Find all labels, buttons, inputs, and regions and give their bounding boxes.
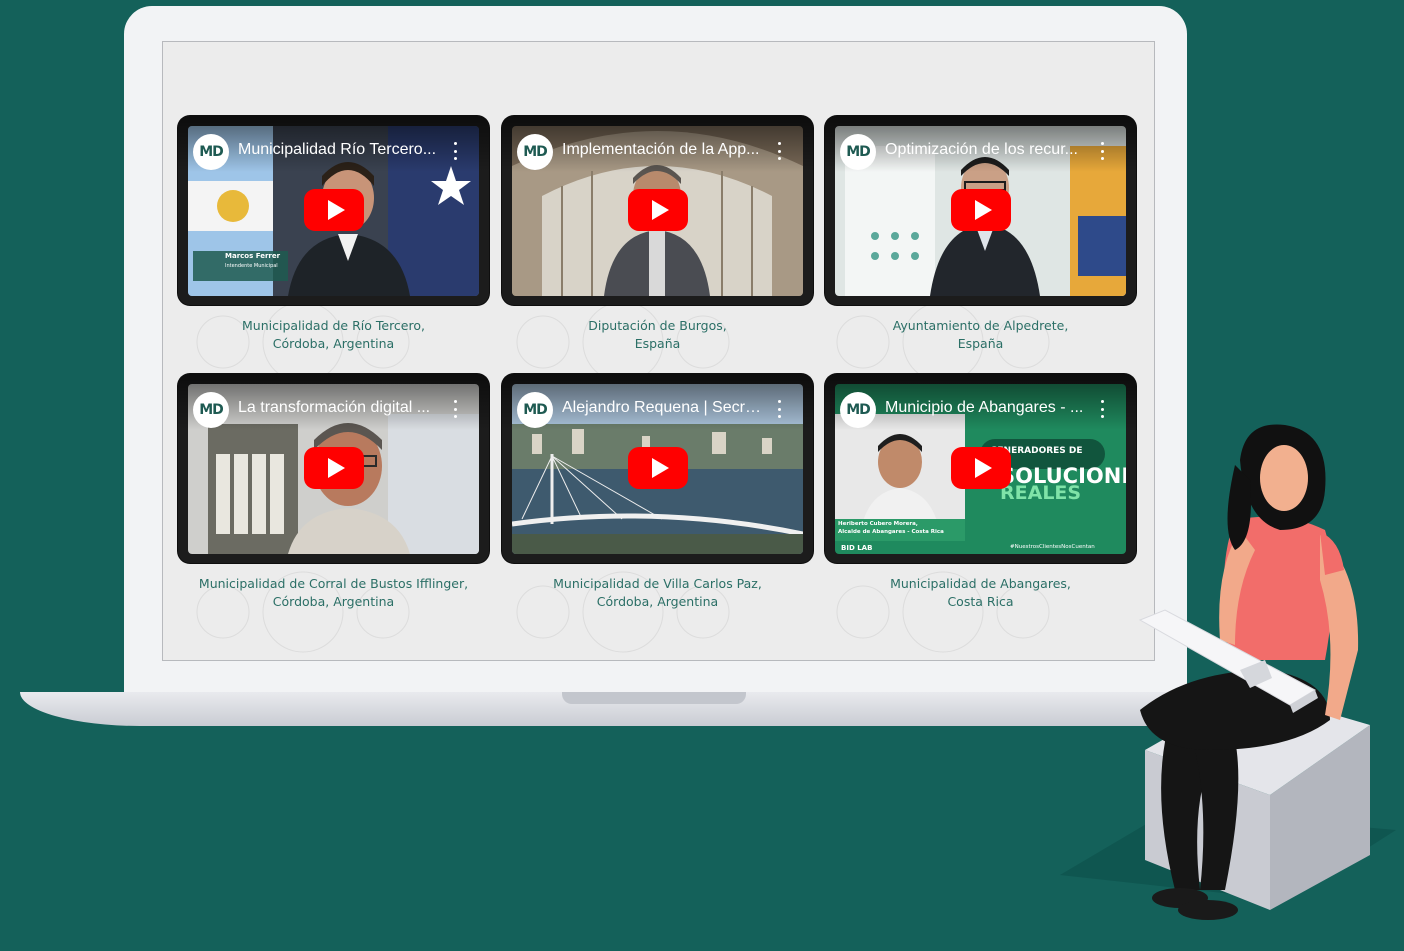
name-caption: Marcos Ferrer	[225, 252, 281, 260]
caption-line-2: España	[957, 336, 1004, 351]
channel-logo[interactable]: MD	[517, 134, 553, 170]
youtube-play-icon[interactable]	[304, 447, 364, 489]
shoe-right	[1178, 900, 1238, 920]
video-title[interactable]: Implementación de la App...	[562, 141, 762, 159]
caption-line-1: Municipalidad de Corral de Bustos Ifflin…	[198, 576, 469, 591]
caption-line-1: Diputación de Burgos,	[588, 318, 727, 333]
more-vert-icon[interactable]	[448, 400, 462, 418]
laptop-screen: Marcos Ferrer Intendente Municipal MD Mu…	[162, 41, 1155, 661]
youtube-play-icon[interactable]	[951, 447, 1011, 489]
more-vert-icon[interactable]	[772, 142, 786, 160]
channel-logo[interactable]: MD	[840, 134, 876, 170]
bid-lab-label: BID LAB	[841, 544, 873, 552]
channel-logo[interactable]: MD	[840, 392, 876, 428]
video-caption: Diputación de Burgos, España	[502, 317, 813, 353]
video-caption: Municipalidad de Río Tercero, Córdoba, A…	[178, 317, 489, 353]
video-caption: Ayuntamiento de Alpedrete, España	[825, 317, 1136, 353]
video-title[interactable]: Municipalidad Río Tercero...	[238, 141, 438, 159]
more-vert-icon[interactable]	[1095, 400, 1109, 418]
caption-line-1: Municipalidad de Villa Carlos Paz,	[553, 576, 762, 591]
video-title[interactable]: La transformación digital ...	[238, 399, 438, 417]
video-embed[interactable]: MD Optimización de los recur...	[825, 116, 1136, 305]
youtube-play-icon[interactable]	[628, 189, 688, 231]
caption-line-2: Córdoba, Argentina	[596, 594, 719, 609]
youtube-play-icon[interactable]	[304, 189, 364, 231]
more-vert-icon[interactable]	[772, 400, 786, 418]
video-title[interactable]: Optimización de los recur...	[885, 141, 1085, 159]
channel-logo[interactable]: MD	[193, 134, 229, 170]
video-embed[interactable]: MD Implementación de la App...	[502, 116, 813, 305]
role-caption: Intendente Municipal	[225, 263, 278, 269]
video-embed[interactable]: MD La transformación digital ...	[178, 374, 489, 563]
person-with-laptop-illustration	[1060, 424, 1396, 920]
youtube-play-icon[interactable]	[628, 447, 688, 489]
caption-line-2: Córdoba, Argentina	[272, 336, 395, 351]
guest-role: Alcalde de Abangares - Costa Rica	[838, 529, 944, 535]
guest-name: Heriberto Cubero Morera,	[838, 521, 918, 527]
video-title[interactable]: Alejandro Requena | Secre...	[562, 399, 762, 417]
more-vert-icon[interactable]	[448, 142, 462, 160]
video-caption: Municipalidad de Villa Carlos Paz, Córdo…	[502, 575, 813, 611]
caption-line-2: Córdoba, Argentina	[272, 594, 395, 609]
laptop-notch	[562, 692, 746, 704]
caption-line-1: Municipalidad de Río Tercero,	[242, 318, 425, 333]
face	[1260, 445, 1308, 511]
caption-line-2: España	[634, 336, 681, 351]
channel-logo[interactable]: MD	[193, 392, 229, 428]
video-title[interactable]: Municipio de Abangares - ...	[885, 399, 1085, 417]
more-vert-icon[interactable]	[1095, 142, 1109, 160]
caption-line-1: Ayuntamiento de Alpedrete,	[892, 318, 1069, 333]
video-caption: Municipalidad de Corral de Bustos Ifflin…	[178, 575, 489, 611]
youtube-play-icon[interactable]	[951, 189, 1011, 231]
video-embed[interactable]: MD Alejandro Requena | Secre...	[502, 374, 813, 563]
channel-logo[interactable]: MD	[517, 392, 553, 428]
video-embed[interactable]: Marcos Ferrer Intendente Municipal MD Mu…	[178, 116, 489, 305]
